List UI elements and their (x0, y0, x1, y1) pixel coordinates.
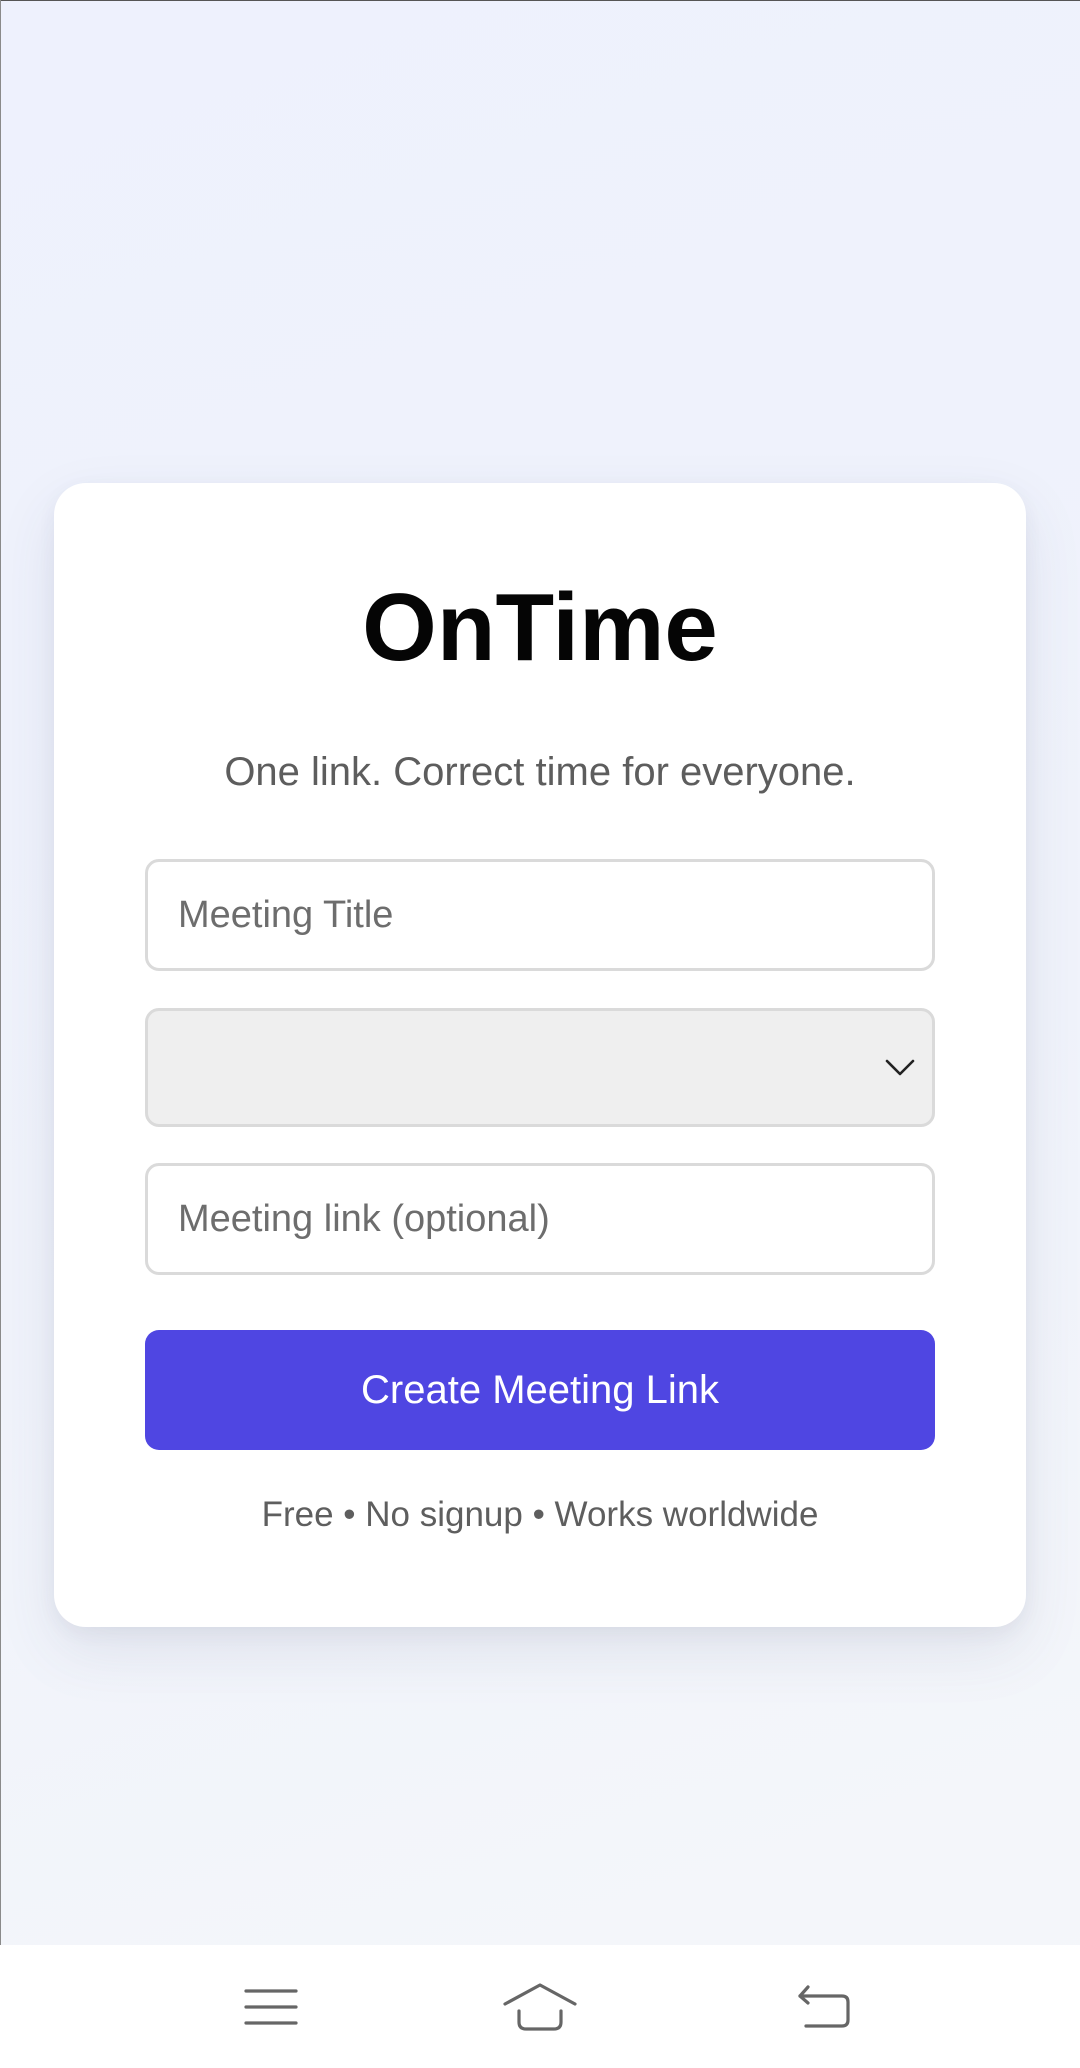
chevron-down-icon (885, 1059, 915, 1076)
meeting-title-input[interactable] (148, 862, 932, 968)
app-title: OnTime (362, 574, 718, 681)
meeting-link-input[interactable] (148, 1166, 932, 1272)
back-icon (798, 1984, 850, 2028)
footnote-text: Free • No signup • Works worldwide (261, 1495, 819, 1534)
nav-back-button[interactable] (744, 1945, 904, 2068)
app-tagline: One link. Correct time for everyone. (224, 750, 856, 794)
meeting-link-field[interactable] (145, 1163, 935, 1275)
status-edge (0, 0, 1080, 1)
system-nav-bar (0, 1945, 1080, 2068)
meeting-title-field[interactable] (145, 859, 935, 971)
create-meeting-link-button[interactable]: Create Meeting Link (145, 1330, 935, 1450)
menu-icon (244, 1988, 298, 2025)
nav-menu-button[interactable] (191, 1945, 351, 2068)
screen-edge (0, 0, 1, 1945)
timezone-select[interactable] (145, 1008, 935, 1127)
home-icon (503, 1982, 577, 2031)
nav-home-button[interactable] (460, 1945, 620, 2068)
